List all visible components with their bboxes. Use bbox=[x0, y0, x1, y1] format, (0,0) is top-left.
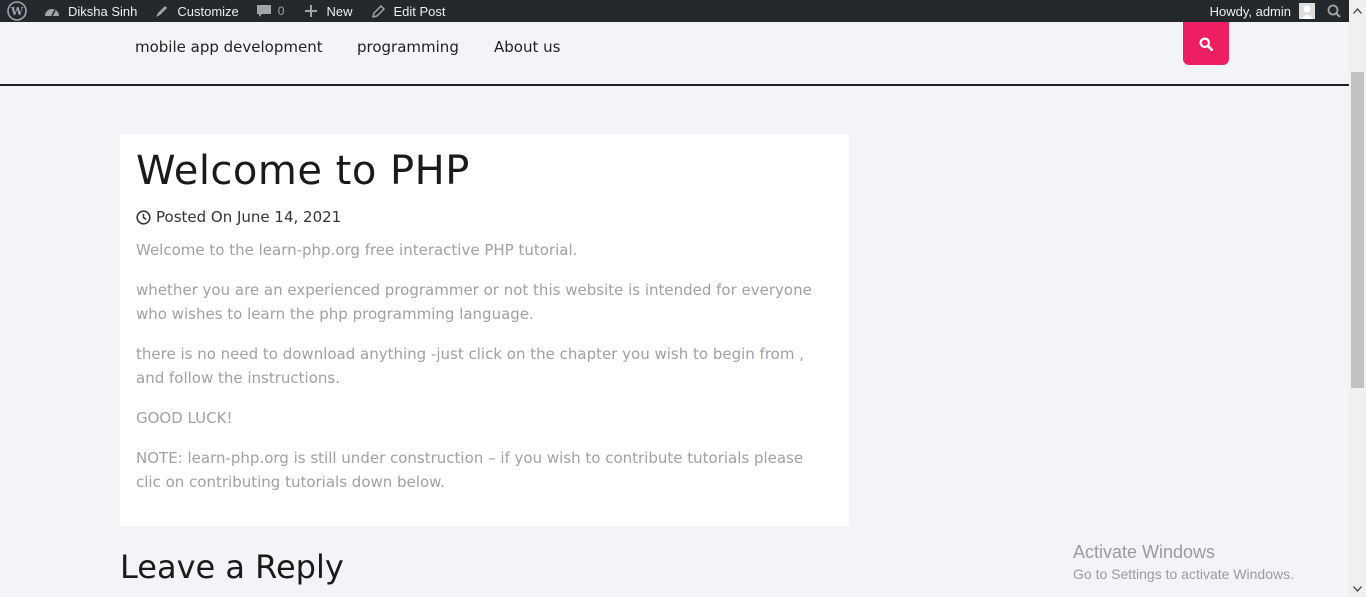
search-icon bbox=[1199, 37, 1213, 51]
nav-item-programming[interactable]: programming bbox=[357, 38, 459, 56]
nav-item-about-us[interactable]: About us bbox=[494, 38, 560, 56]
leave-reply-heading: Leave a Reply bbox=[120, 548, 344, 586]
scroll-up-arrow-icon[interactable] bbox=[1353, 6, 1362, 15]
dashboard-icon bbox=[44, 5, 60, 17]
nav-item-mobile-app-development[interactable]: mobile app development bbox=[135, 38, 323, 56]
activate-windows-title: Activate Windows bbox=[1073, 542, 1216, 562]
admin-bar: W Diksha Sinh Customize 0 New Edit Post … bbox=[0, 0, 1349, 22]
customize-label: Customize bbox=[177, 3, 239, 19]
post-paragraph: Welcome to the learn-php.org free intera… bbox=[136, 241, 578, 259]
comment-bubble-icon bbox=[256, 4, 272, 19]
post-title: Welcome to PHP bbox=[136, 148, 470, 194]
page-scrollbar[interactable] bbox=[1349, 0, 1366, 597]
post-paragraph: NOTE: learn-php.org is still under const… bbox=[136, 449, 804, 491]
site-name-menu[interactable]: Diksha Sinh bbox=[44, 0, 137, 22]
howdy-label: Howdy, admin bbox=[1209, 3, 1291, 19]
post-paragraph: there is no need to download anything -j… bbox=[136, 345, 804, 387]
scroll-down-arrow-icon[interactable] bbox=[1353, 584, 1362, 593]
activate-windows-subtitle: Go to Settings to activate Windows. bbox=[1073, 566, 1294, 582]
clock-icon bbox=[136, 209, 151, 225]
plus-icon bbox=[304, 4, 318, 18]
post-paragraph: GOOD LUCK! bbox=[136, 409, 233, 427]
post-paragraph: whether you are an experienced programme… bbox=[136, 281, 812, 323]
customize-link[interactable]: Customize bbox=[154, 0, 239, 22]
post-card: Welcome to PHP Posted On June 14, 2021 W… bbox=[120, 134, 849, 526]
comments-link[interactable]: 0 bbox=[256, 0, 285, 22]
comments-count: 0 bbox=[277, 4, 285, 18]
site-name-label: Diksha Sinh bbox=[68, 3, 138, 19]
post-meta: Posted On June 14, 2021 bbox=[136, 208, 341, 226]
pencil-icon bbox=[371, 4, 386, 19]
svg-text:W: W bbox=[10, 5, 24, 18]
edit-post-label: Edit Post bbox=[393, 3, 446, 19]
wordpress-logo-icon[interactable]: W bbox=[6, 0, 28, 22]
post-date: Posted On June 14, 2021 bbox=[156, 208, 342, 226]
new-content-menu[interactable]: New bbox=[304, 0, 353, 22]
search-button[interactable] bbox=[1183, 22, 1229, 65]
new-label: New bbox=[326, 3, 353, 19]
avatar bbox=[1299, 3, 1315, 19]
my-account-menu[interactable]: Howdy, admin bbox=[1210, 0, 1315, 22]
site-header: mobile app development programming About… bbox=[0, 22, 1349, 86]
admin-search-icon[interactable] bbox=[1327, 0, 1341, 22]
scroll-thumb[interactable] bbox=[1351, 72, 1364, 388]
brush-icon bbox=[154, 4, 169, 19]
edit-post-link[interactable]: Edit Post bbox=[371, 0, 446, 22]
